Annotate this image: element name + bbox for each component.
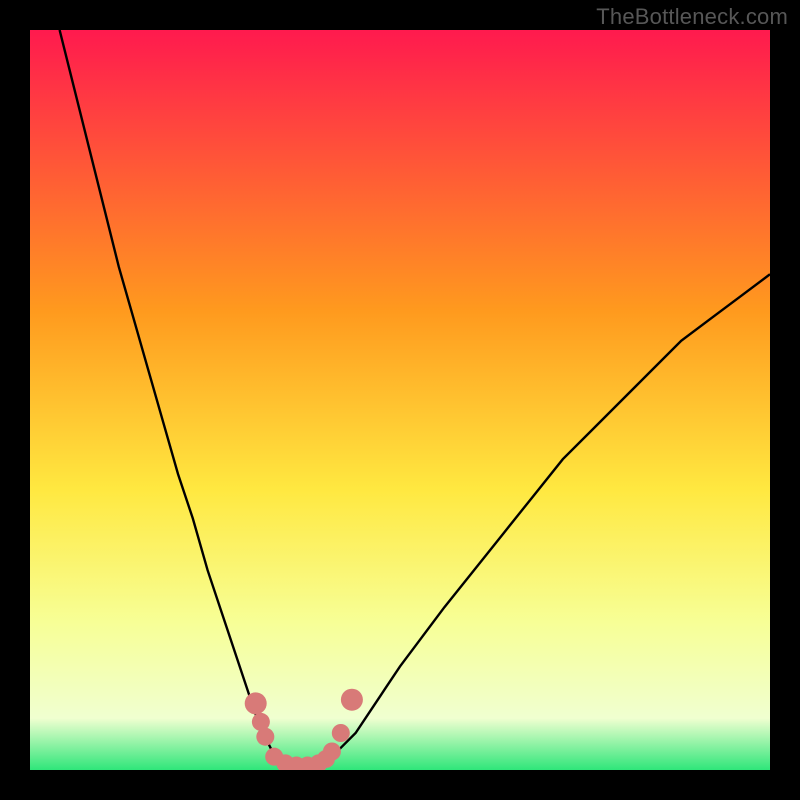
marker-dot (341, 689, 363, 711)
chart-svg (30, 30, 770, 770)
marker-dot (256, 728, 274, 746)
plot-area (30, 30, 770, 770)
watermark-text: TheBottleneck.com (596, 4, 788, 30)
marker-dot (332, 724, 350, 742)
marker-dot (245, 692, 267, 714)
marker-dot (323, 743, 341, 761)
chart-frame: TheBottleneck.com (0, 0, 800, 800)
gradient-background (30, 30, 770, 770)
